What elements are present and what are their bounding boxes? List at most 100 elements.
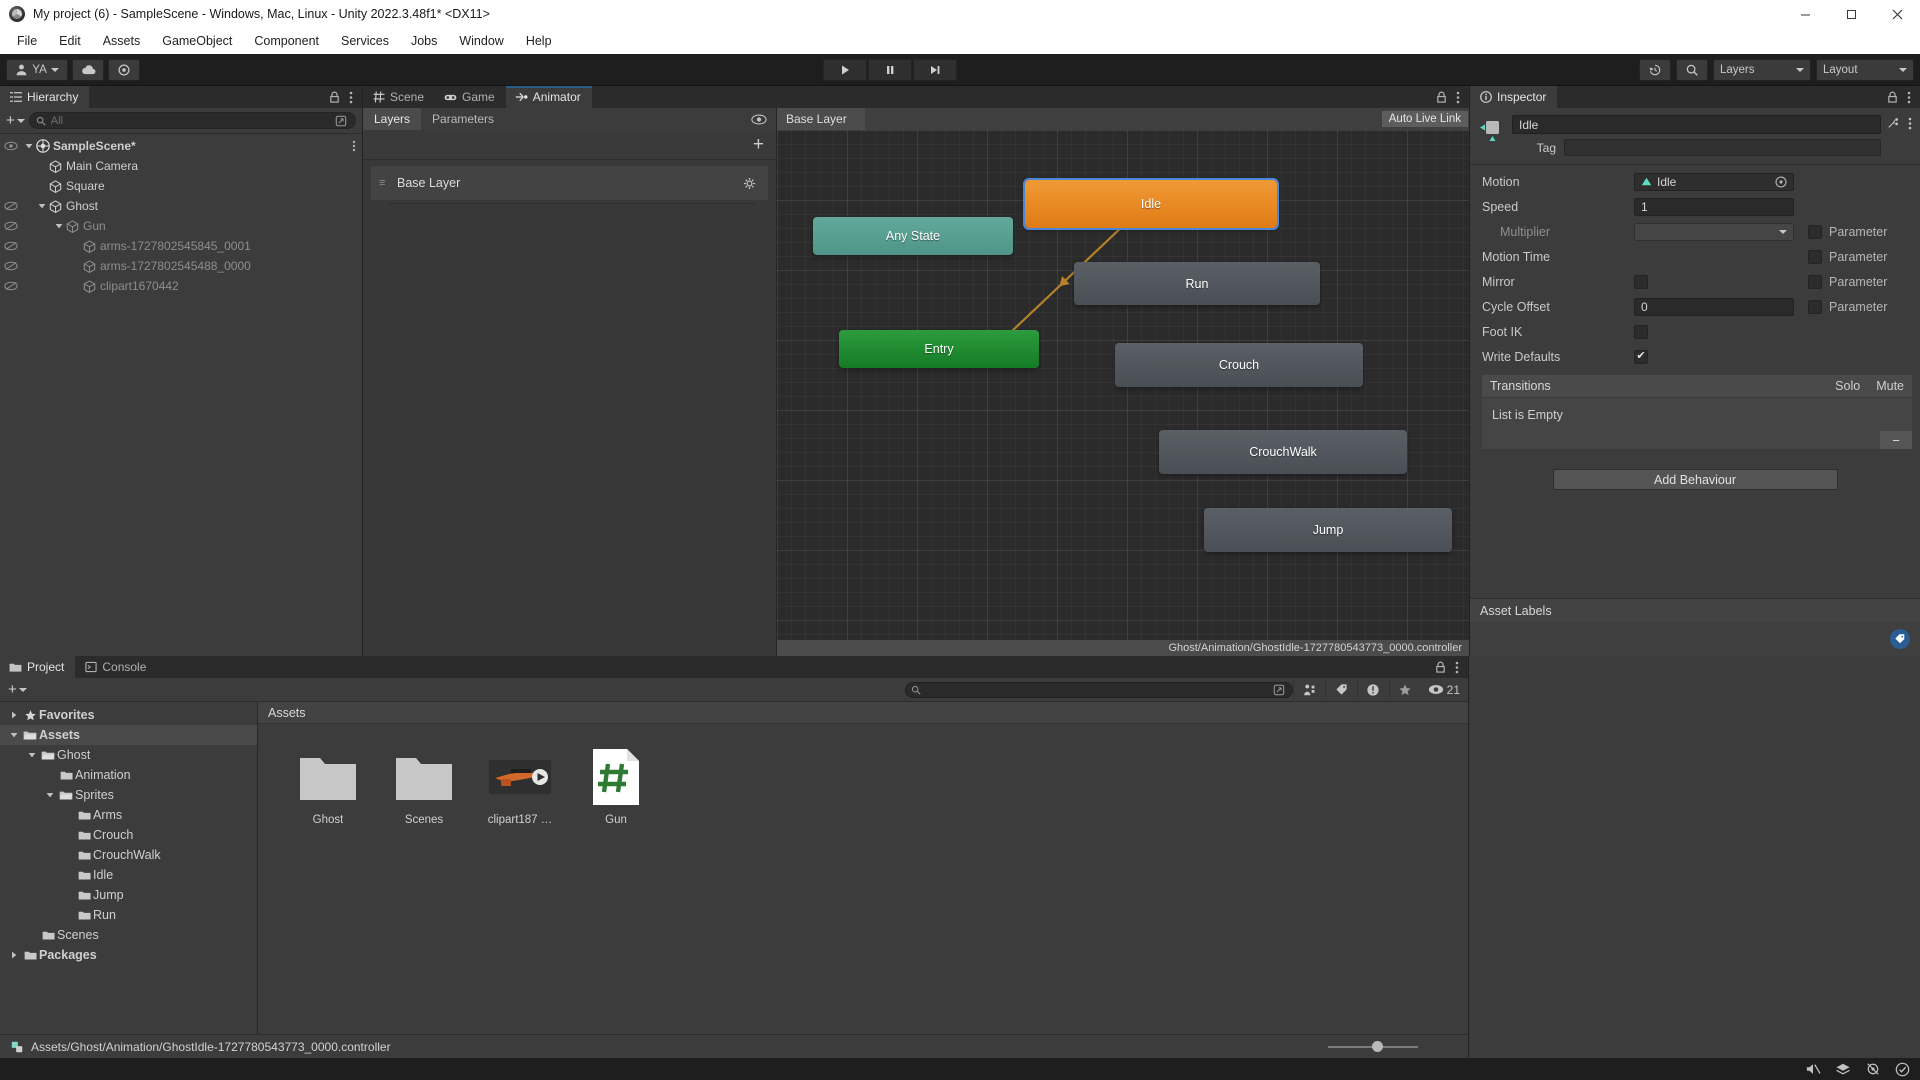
project-search-input[interactable] <box>904 681 1293 698</box>
foot-ik-checkbox[interactable] <box>1634 324 1648 339</box>
asset-zoom-slider[interactable] <box>1328 1040 1418 1054</box>
menu-component[interactable]: Component <box>243 31 330 51</box>
search-icon[interactable] <box>1676 58 1708 81</box>
gear-icon[interactable] <box>743 177 756 190</box>
write-defaults-checkbox[interactable] <box>1634 349 1648 364</box>
lock-icon[interactable] <box>1435 661 1446 673</box>
project-tree-item-idle[interactable]: Idle <box>0 865 257 885</box>
project-tree-item-sprites[interactable]: Sprites <box>0 785 257 805</box>
project-tree-item-arms[interactable]: Arms <box>0 805 257 825</box>
motion-time-parameter-checkbox[interactable] <box>1808 249 1822 264</box>
transitions-list[interactable]: List is Empty <box>1482 397 1912 431</box>
hierarchy-item-clipart1670442[interactable]: clipart1670442 <box>0 276 362 296</box>
step-icon[interactable] <box>912 58 957 81</box>
hierarchy-item-samplescene-[interactable]: SampleScene* <box>0 136 362 156</box>
tab-animator[interactable]: Animator <box>505 86 592 108</box>
state-name-input[interactable]: Idle <box>1512 115 1881 134</box>
close-icon[interactable] <box>1874 0 1920 28</box>
label-filter-icon[interactable] <box>1324 680 1357 699</box>
history-icon[interactable] <box>1639 58 1671 81</box>
tab-parameters[interactable]: Parameters <box>421 108 505 130</box>
auto-live-link-button[interactable]: Auto Live Link <box>1381 111 1468 127</box>
project-tree-item-ghost[interactable]: Ghost <box>0 745 257 765</box>
project-tree-item-favorites[interactable]: Favorites <box>0 705 257 725</box>
tab-game[interactable]: Game <box>435 86 506 108</box>
menu-file[interactable]: File <box>6 31 48 51</box>
lock-icon[interactable] <box>329 91 340 103</box>
multiplier-dropdown[interactable] <box>1634 222 1794 241</box>
breadcrumb-base-layer[interactable]: Base Layer <box>777 108 856 130</box>
lock-icon[interactable] <box>1887 91 1898 103</box>
mute-audio-icon[interactable] <box>1805 1062 1821 1076</box>
lock-icon[interactable] <box>1436 91 1447 103</box>
expand-arrow-icon[interactable] <box>24 751 39 759</box>
project-tree-item-jump[interactable]: Jump <box>0 885 257 905</box>
minimize-icon[interactable] <box>1782 0 1828 28</box>
visibility-toggle-icon[interactable] <box>0 201 22 211</box>
hierarchy-item-main-camera[interactable]: Main Camera <box>0 156 362 176</box>
preset-icon[interactable] <box>1887 116 1901 130</box>
multiplier-parameter-checkbox[interactable] <box>1808 224 1822 239</box>
kebab-icon[interactable] <box>1908 117 1912 130</box>
maximize-icon[interactable] <box>1828 0 1874 28</box>
menu-gameobject[interactable]: GameObject <box>151 31 243 51</box>
kebab-icon[interactable] <box>1455 661 1459 674</box>
speed-input[interactable]: 1 <box>1634 197 1794 216</box>
expand-arrow-icon[interactable] <box>22 142 35 150</box>
search-target-icon[interactable] <box>1271 682 1287 698</box>
menu-jobs[interactable]: Jobs <box>400 31 448 51</box>
project-tree-item-scenes[interactable]: Scenes <box>0 925 257 945</box>
menu-services[interactable]: Services <box>330 31 400 51</box>
menu-assets[interactable]: Assets <box>92 31 152 51</box>
menu-edit[interactable]: Edit <box>48 31 92 51</box>
add-layer-button[interactable]: + <box>753 135 764 154</box>
expand-arrow-icon[interactable] <box>35 202 48 210</box>
project-tree-item-crouchwalk[interactable]: CrouchWalk <box>0 845 257 865</box>
type-filter-icon[interactable] <box>1356 680 1389 699</box>
expand-arrow-icon[interactable] <box>42 791 57 799</box>
project-tree-item-assets[interactable]: Assets <box>0 725 257 745</box>
asset-item[interactable]: clipart187 … <box>472 740 568 826</box>
expand-arrow-icon[interactable] <box>6 731 21 739</box>
motion-object-field[interactable]: Idle <box>1634 172 1794 191</box>
tab-hierarchy[interactable]: Hierarchy <box>0 86 90 108</box>
gizmos-off-icon[interactable] <box>1865 1062 1881 1076</box>
drag-handle-icon[interactable]: ≡ <box>379 177 391 189</box>
animator-node-crouchwalk[interactable]: CrouchWalk <box>1159 430 1407 474</box>
layer-item-base[interactable]: ≡ Base Layer <box>371 166 768 200</box>
add-behaviour-button[interactable]: Add Behaviour <box>1552 469 1838 490</box>
hierarchy-item-arms-1727802545845-0001[interactable]: arms-1727802545845_0001 <box>0 236 362 256</box>
zoom-knob[interactable] <box>1372 1041 1383 1052</box>
expand-arrow-icon[interactable] <box>6 951 21 959</box>
favorite-icon[interactable] <box>1388 680 1421 699</box>
expand-arrow-icon[interactable] <box>6 711 21 719</box>
animator-node-crouch[interactable]: Crouch <box>1115 343 1363 387</box>
asset-grid[interactable]: Ghost Scenes clipart187 … Gun <box>258 724 1468 1034</box>
project-tree-item-packages[interactable]: Packages <box>0 945 257 965</box>
account-button[interactable]: YA <box>6 58 68 81</box>
visibility-toggle-icon[interactable] <box>0 261 22 271</box>
menu-window[interactable]: Window <box>448 31 514 51</box>
save-filter-icon[interactable] <box>1292 680 1325 699</box>
visibility-toggle-icon[interactable] <box>0 281 22 291</box>
tab-console[interactable]: Console <box>75 656 158 678</box>
project-tree-item-run[interactable]: Run <box>0 905 257 925</box>
asset-item[interactable]: Gun <box>568 740 664 826</box>
mirror-checkbox[interactable] <box>1634 274 1648 289</box>
tag-icon[interactable] <box>1890 629 1910 649</box>
tab-project[interactable]: Project <box>0 656 76 678</box>
object-picker-icon[interactable] <box>1775 175 1787 188</box>
hierarchy-item-gun[interactable]: Gun <box>0 216 362 236</box>
play-icon[interactable] <box>822 58 867 81</box>
cycle-offset-parameter-checkbox[interactable] <box>1808 299 1822 314</box>
layout-dropdown[interactable]: Layout <box>1816 58 1914 81</box>
animator-node-entry[interactable]: Entry <box>839 330 1039 368</box>
hierarchy-search-input[interactable]: All <box>28 112 356 129</box>
animator-state-graph[interactable]: Ghost/Animation/GhostIdle-1727780543773_… <box>777 130 1469 656</box>
hierarchy-item-square[interactable]: Square <box>0 176 362 196</box>
layers-icon[interactable] <box>1835 1062 1851 1076</box>
visibility-toggle-icon[interactable] <box>0 221 22 231</box>
remove-transition-button[interactable]: − <box>1880 431 1912 449</box>
hierarchy-item-ghost[interactable]: Ghost <box>0 196 362 216</box>
layers-dropdown[interactable]: Layers <box>1713 58 1811 81</box>
